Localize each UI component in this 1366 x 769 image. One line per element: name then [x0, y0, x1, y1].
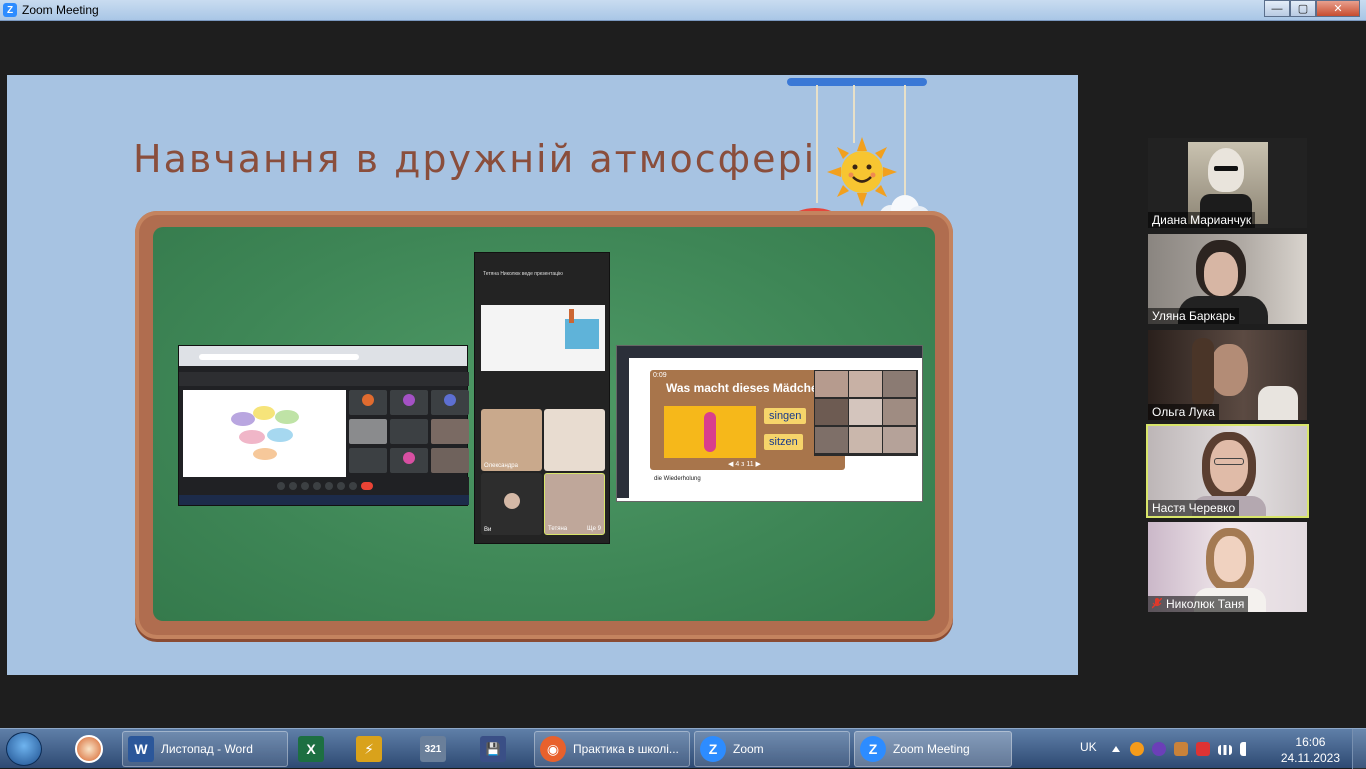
zoom-icon: Z	[700, 736, 726, 762]
clock-date: 24.11.2023	[1280, 751, 1340, 765]
meet-presentation	[183, 390, 346, 478]
maximize-button[interactable]: ▢	[1290, 0, 1316, 17]
media-player-icon: 321	[420, 736, 446, 762]
zoom-icon: Z	[3, 3, 17, 17]
screenshot-taskbar	[179, 495, 469, 505]
meet-screenshot	[178, 345, 469, 506]
volume-icon[interactable]	[1240, 742, 1248, 756]
mic-muted-icon	[1152, 598, 1162, 609]
system-tray: UK 16:06 24.11.2023	[1066, 729, 1366, 769]
mobile-zoom-screenshot: Тетяна Николюк веде презентацію Олександ…	[474, 252, 610, 544]
floppy-icon: 💾	[480, 736, 506, 762]
participant-name: Настя Черевко	[1148, 500, 1240, 516]
clock[interactable]: 16:06 24.11.2023	[1281, 734, 1340, 766]
mobile-bar-decoration	[787, 78, 927, 86]
participant-tile[interactable]: Николюк Таня	[1148, 522, 1307, 612]
video-gallery	[814, 370, 918, 456]
slide-title: Навчання в дружній атмосфері	[133, 137, 817, 181]
participant-name: Уляна Баркарь	[1148, 308, 1240, 324]
quiz-picture	[664, 406, 756, 458]
participant-name-text: Николюк Таня	[1166, 597, 1245, 611]
firefox-icon: ◉	[540, 736, 566, 762]
taskbar-item-excel[interactable]: X	[292, 731, 338, 767]
meet-controls	[179, 477, 469, 495]
language-indicator[interactable]: UK	[1080, 740, 1097, 754]
participant-name: Диана Марианчук	[1148, 212, 1256, 228]
bolt-app-icon: ⚡	[356, 736, 382, 762]
quiz-answer-1[interactable]: singen	[764, 408, 807, 424]
participant-tile[interactable]: Уляна Баркарь	[1148, 234, 1307, 324]
close-button[interactable]: ✕	[1316, 0, 1360, 17]
mobile-video-tile: Олександра	[481, 409, 542, 471]
shared-screen: Навчання в дружній атмосфері Тетяна Нико…	[7, 75, 1078, 675]
taskbar-item-app[interactable]: ⚡	[350, 731, 396, 767]
show-hidden-icons-icon[interactable]	[1112, 746, 1120, 752]
show-desktop-button[interactable]	[1352, 729, 1366, 769]
viber-icon[interactable]	[1152, 742, 1166, 756]
excel-icon: X	[298, 736, 324, 762]
mobile-video-tile	[544, 409, 605, 471]
tray-app-icon[interactable]	[1130, 742, 1144, 756]
taskbar-item-zoom-meeting[interactable]: Z Zoom Meeting	[854, 731, 1012, 767]
wordwall-screenshot: 0:09 Was macht dieses Mädchen? singen si…	[616, 345, 923, 502]
activity-title: die Wiederholung	[654, 476, 701, 482]
participant-name: Николюк Таня	[1148, 596, 1249, 612]
tray-box-icon[interactable]	[1174, 742, 1188, 756]
window-titlebar: Z Zoom Meeting — ▢ ✕	[0, 0, 1366, 21]
taskbar-item-zoom[interactable]: Z Zoom	[694, 731, 850, 767]
quiz-answer-2[interactable]: sitzen	[764, 434, 803, 450]
quiz-counter: ◀ 4 з 11 ▶	[728, 461, 761, 468]
sidebar	[617, 358, 629, 498]
mobile-string	[816, 85, 818, 203]
taskbar-pinned-browser[interactable]	[66, 731, 112, 767]
clock-time: 16:06	[1295, 735, 1326, 749]
mobile-string	[904, 85, 906, 195]
taskbar-item-word[interactable]: W Листопад - Word	[122, 731, 288, 767]
minimize-button[interactable]: —	[1264, 0, 1290, 17]
tray-warning-icon[interactable]	[1196, 742, 1210, 756]
zoom-icon: Z	[860, 736, 886, 762]
mobile-shared-screen	[481, 305, 605, 371]
participant-tile[interactable]: Ольга Лука	[1148, 330, 1307, 420]
windows-taskbar: W Листопад - Word X ⚡ 321 💾 ◉ Практика в…	[0, 728, 1366, 769]
mobile-share-header: Тетяна Николюк веде презентацію	[483, 271, 563, 277]
chrome-like-icon	[75, 735, 103, 763]
taskbar-item-save[interactable]: 💾	[474, 731, 520, 767]
browser-bar	[179, 346, 467, 366]
mobile-video-tile: Ви	[481, 473, 542, 535]
meet-header	[179, 372, 469, 386]
word-icon: W	[128, 736, 154, 762]
network-signal-icon[interactable]	[1218, 745, 1232, 755]
taskbar-item-firefox[interactable]: ◉ Практика в школі...	[534, 731, 690, 767]
quiz-question: Was macht dieses Mädchen?	[666, 381, 833, 395]
meeting-area: Навчання в дружній атмосфері Тетяна Нико…	[0, 21, 1366, 728]
taskbar-item-media-player[interactable]: 321	[414, 731, 460, 767]
participant-tile-active-speaker[interactable]: Настя Черевко	[1146, 424, 1309, 518]
participant-tile[interactable]: Диана Марианчук	[1148, 138, 1307, 228]
window-title: Zoom Meeting	[22, 3, 99, 17]
participant-name: Ольга Лука	[1148, 404, 1219, 420]
start-button[interactable]	[6, 732, 42, 766]
mobile-string	[853, 85, 855, 143]
browser-bar	[617, 346, 922, 358]
window-controls: — ▢ ✕	[1264, 0, 1360, 18]
mobile-video-tile: Тетяна Ще 9	[544, 473, 605, 535]
